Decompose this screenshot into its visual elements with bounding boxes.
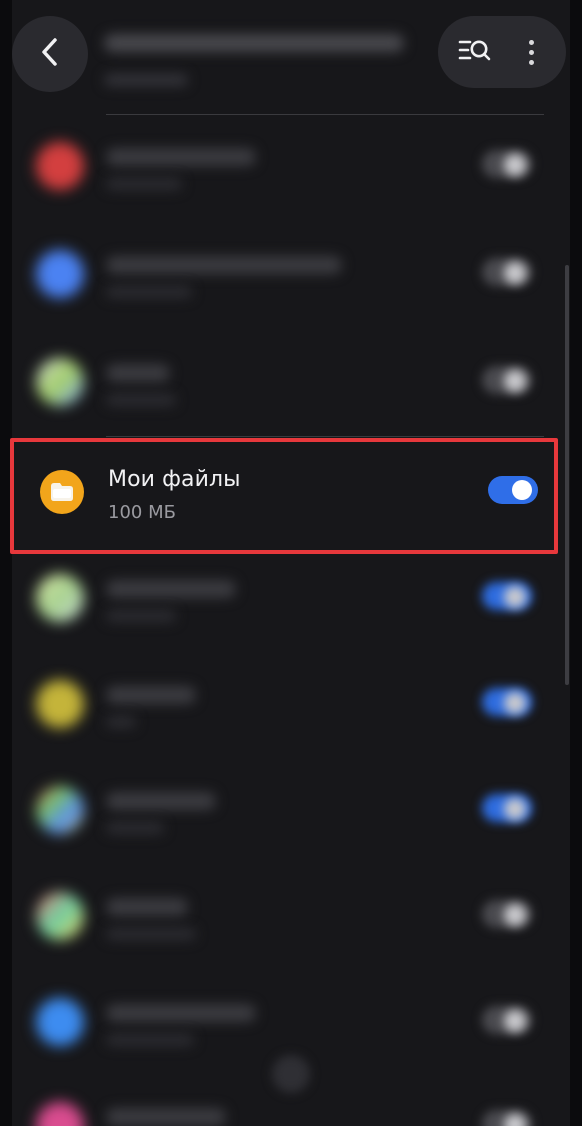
app-title — [106, 1004, 256, 1022]
app-title — [106, 364, 170, 382]
divider — [106, 436, 544, 437]
header-actions — [438, 16, 566, 88]
more-vertical-icon — [528, 59, 534, 65]
app-size: 100 МБ — [108, 502, 176, 523]
app-icon — [36, 680, 84, 728]
back-button[interactable] — [12, 16, 88, 92]
app-icon — [36, 358, 84, 406]
list-item[interactable] — [12, 760, 570, 860]
app-size — [106, 822, 164, 834]
blurred-header-title — [104, 34, 404, 52]
app-title — [106, 792, 216, 810]
toggle-knob — [504, 798, 526, 820]
toggle-knob — [504, 692, 526, 714]
app-title: Мои файлы — [108, 467, 241, 492]
app-title — [106, 686, 196, 704]
app-icon — [36, 250, 84, 298]
more-options-button[interactable] — [516, 30, 546, 74]
app-icon — [36, 786, 84, 834]
app-title — [106, 1108, 226, 1126]
more-vertical-icon — [528, 49, 534, 55]
list-search-icon — [456, 40, 494, 74]
toggle-knob — [504, 1010, 526, 1032]
app-icon — [36, 574, 84, 622]
app-size — [106, 394, 176, 406]
app-title — [106, 256, 342, 274]
list-item[interactable] — [12, 224, 570, 324]
app-title — [106, 148, 256, 166]
app-title — [106, 580, 236, 598]
app-size — [106, 286, 192, 298]
toggle-knob — [504, 586, 526, 608]
divider — [106, 114, 544, 115]
app-size — [106, 1034, 194, 1046]
app-icon — [36, 142, 84, 190]
toggle-switch[interactable] — [488, 476, 538, 504]
app-icon — [36, 1102, 84, 1126]
more-vertical-icon — [528, 39, 534, 45]
toggle-knob — [504, 370, 526, 392]
scrollbar[interactable] — [565, 265, 569, 685]
search-button[interactable] — [456, 34, 494, 70]
app-title — [106, 898, 188, 916]
app-size — [106, 178, 182, 190]
list-item[interactable] — [12, 332, 570, 432]
toggle-knob — [504, 154, 526, 176]
app-size — [106, 716, 136, 728]
toggle-knob — [504, 262, 526, 284]
highlighted-app-row[interactable]: Мои файлы 100 МБ — [10, 438, 558, 554]
app-icon — [36, 892, 84, 940]
app-size — [106, 610, 176, 622]
list-item[interactable] — [12, 548, 570, 648]
toggle-knob — [504, 904, 526, 926]
chevron-left-icon — [37, 35, 63, 73]
list-item[interactable] — [12, 654, 570, 754]
blurred-header-subtitle — [104, 74, 188, 86]
app-icon — [36, 998, 84, 1046]
list-item[interactable] — [12, 116, 570, 216]
app-list-screen: Мои файлы 100 МБ — [0, 0, 582, 1126]
toggle-knob — [512, 480, 532, 500]
app-size — [106, 928, 196, 940]
list-item[interactable] — [12, 866, 570, 966]
scroll-to-top-button[interactable] — [272, 1055, 310, 1093]
folder-icon — [40, 470, 84, 514]
